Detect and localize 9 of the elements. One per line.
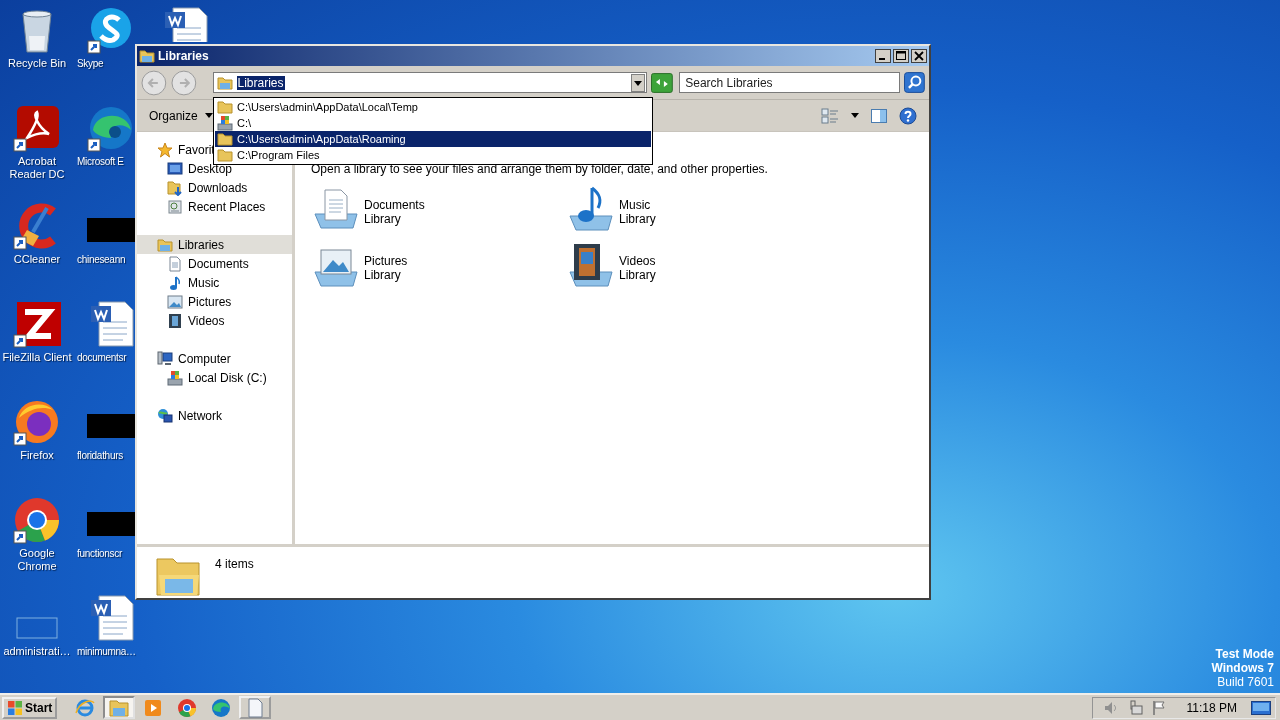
os-info-text: Windows 7 xyxy=(1211,661,1274,675)
os-info-text: Test Mode xyxy=(1215,647,1274,661)
library-type: Library xyxy=(364,212,402,226)
os-info-text: Build 7601 xyxy=(1217,675,1274,689)
window-title: Libraries xyxy=(158,49,209,63)
item-count: 4 items xyxy=(215,557,254,571)
library-type: Library xyxy=(364,268,402,282)
library-type: Library xyxy=(619,212,656,226)
library-type: Library xyxy=(619,268,656,282)
